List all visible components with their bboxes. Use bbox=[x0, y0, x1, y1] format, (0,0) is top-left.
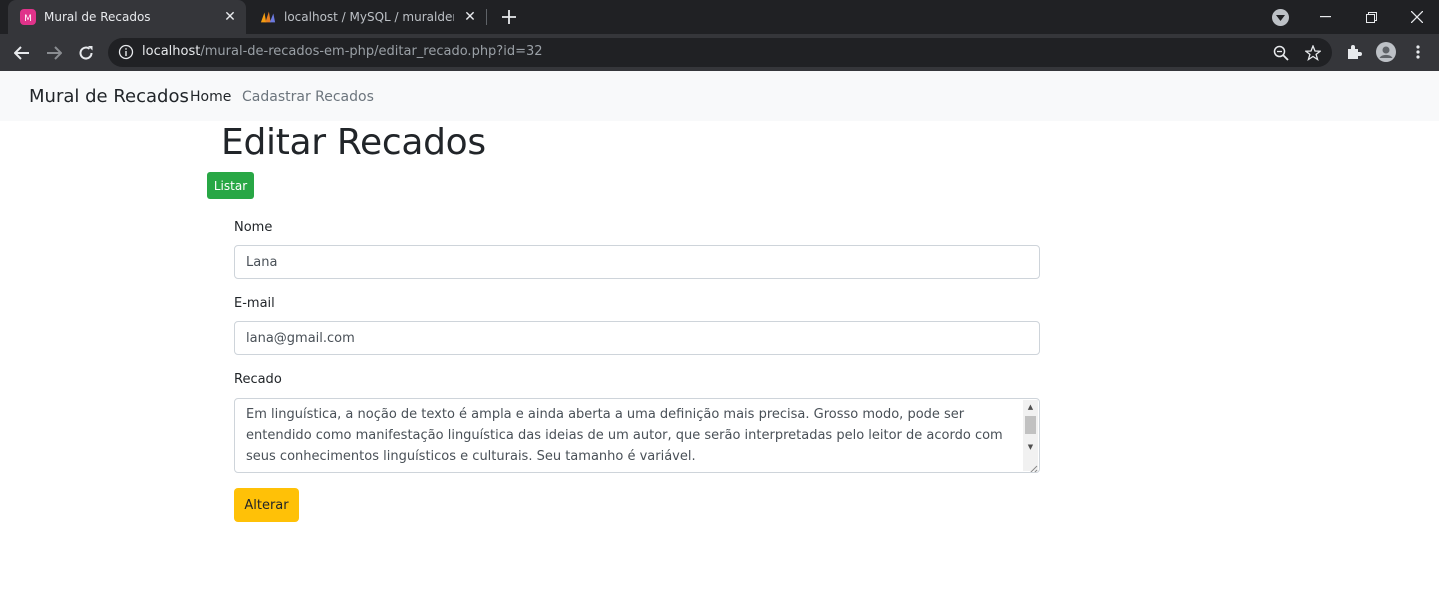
tab-close-icon[interactable]: ✕ bbox=[222, 9, 238, 25]
restore-icon[interactable] bbox=[1348, 0, 1394, 34]
extensions-icon[interactable] bbox=[1344, 42, 1364, 62]
scrollbar-thumb[interactable] bbox=[1025, 416, 1036, 434]
message-textarea[interactable]: Em linguística, a noção de texto é ampla… bbox=[234, 398, 1040, 473]
tab-search-icon[interactable] bbox=[1272, 9, 1289, 26]
nav-link-cadastrar-recados[interactable]: Cadastrar Recados bbox=[242, 89, 374, 105]
back-icon[interactable] bbox=[9, 40, 35, 66]
tab-title: localhost / MySQL / muraldereca bbox=[284, 10, 454, 24]
message-label: Recado bbox=[234, 372, 282, 387]
bookmark-star-icon[interactable] bbox=[1304, 44, 1322, 62]
resize-handle-icon[interactable] bbox=[1026, 459, 1038, 472]
url-host: localhost bbox=[142, 44, 201, 59]
browser-tab-strip: M Mural de Recados ✕ localhost / MySQL /… bbox=[0, 0, 1439, 34]
close-window-icon[interactable] bbox=[1394, 0, 1439, 34]
forward-icon[interactable] bbox=[41, 40, 67, 66]
email-label: E-mail bbox=[234, 296, 275, 311]
navbar-brand[interactable]: Mural de Recados bbox=[29, 86, 189, 107]
scroll-down-arrow-icon[interactable]: ▼ bbox=[1023, 440, 1038, 454]
site-navbar: Mural de Recados Home Cadastrar Recados bbox=[0, 71, 1439, 121]
profile-avatar-icon[interactable] bbox=[1376, 42, 1396, 62]
tab-separator bbox=[486, 9, 487, 25]
tab-close-icon[interactable]: ✕ bbox=[462, 9, 478, 25]
url-path: /mural-de-recados-em-php/editar_recado.p… bbox=[200, 44, 543, 59]
listar-button[interactable]: Listar bbox=[207, 172, 254, 199]
page-title: Editar Recados bbox=[221, 122, 486, 163]
zoom-icon[interactable] bbox=[1272, 44, 1290, 62]
new-tab-icon[interactable] bbox=[498, 6, 520, 28]
reload-icon[interactable] bbox=[73, 40, 99, 66]
message-text: Em linguística, a noção de texto é ampla… bbox=[246, 407, 1003, 464]
name-input[interactable]: Lana bbox=[234, 245, 1040, 279]
alterar-button[interactable]: Alterar bbox=[234, 488, 299, 522]
svg-text:M: M bbox=[24, 14, 32, 24]
browser-tab-inactive[interactable]: localhost / MySQL / muraldereca ✕ bbox=[248, 0, 486, 34]
browser-tab-active[interactable]: M Mural de Recados ✕ bbox=[8, 0, 246, 34]
email-input[interactable]: lana@gmail.com bbox=[234, 321, 1040, 355]
name-label: Nome bbox=[234, 220, 273, 235]
url-text[interactable]: localhost/mural-de-recados-em-php/editar… bbox=[142, 44, 543, 59]
browser-toolbar: localhost/mural-de-recados-em-php/editar… bbox=[0, 34, 1439, 71]
minimize-icon[interactable] bbox=[1302, 0, 1348, 34]
app-favicon-icon: M bbox=[20, 9, 36, 25]
address-bar[interactable]: localhost/mural-de-recados-em-php/editar… bbox=[108, 38, 1332, 67]
scroll-up-arrow-icon[interactable]: ▲ bbox=[1023, 400, 1038, 414]
site-info-icon[interactable] bbox=[118, 44, 134, 60]
tab-title: Mural de Recados bbox=[44, 10, 151, 24]
menu-kebab-icon[interactable] bbox=[1408, 42, 1428, 62]
nav-link-home[interactable]: Home bbox=[190, 89, 231, 105]
phpmyadmin-favicon-icon bbox=[260, 9, 276, 25]
